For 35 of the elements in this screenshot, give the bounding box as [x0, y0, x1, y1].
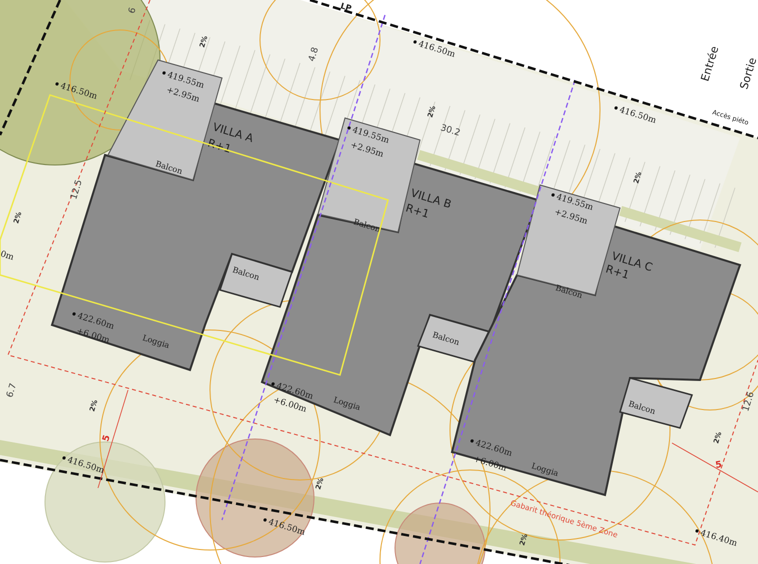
setback-label: 5 [101, 434, 113, 443]
dimension-label: 30.2 [439, 123, 462, 139]
elevation-point-icon [695, 529, 699, 533]
elevation-point-icon [62, 456, 66, 460]
dimension-label: 12.5 [69, 178, 85, 201]
elevation-point-icon [55, 82, 59, 86]
loggia-label: Loggia [141, 333, 171, 350]
elevation-point-icon [162, 71, 166, 75]
villa-levels: R+1 [404, 201, 431, 221]
dimension-label: 12.6 [741, 390, 757, 413]
dimension-label: 6.7 [5, 382, 20, 399]
exit-label: Sortie [737, 56, 758, 91]
balcony-label: Balcon [154, 159, 184, 176]
balcony-label: Balcon [352, 217, 382, 234]
balcony-label: Balcon [554, 283, 584, 300]
balcony-label: Balcon [431, 330, 460, 347]
elevation-point-icon [551, 193, 555, 197]
setback-label: 5 [714, 460, 723, 471]
elevation-point-icon [614, 106, 618, 110]
elevation-point-icon [413, 40, 417, 44]
entry-label: Entrée [698, 44, 722, 83]
ground-elevation: 0m [0, 249, 15, 263]
parking-marker-label: LP [339, 1, 353, 14]
balcony-label: Balcon [231, 265, 260, 282]
elevation-point-icon [347, 126, 351, 130]
loggia-label: Loggia [332, 395, 362, 412]
elevation-point-icon [271, 382, 275, 386]
elevation-point-icon [263, 518, 267, 522]
dimension-label: 6 [127, 6, 139, 15]
elevation-point-icon [72, 312, 76, 316]
loggia-label: Loggia [530, 461, 560, 478]
elevation-point-icon [470, 439, 474, 443]
dimension-label: 4.8 [307, 46, 322, 63]
loggia-height: +6.00m [472, 454, 508, 474]
balcony-label: Balcon [627, 399, 656, 416]
